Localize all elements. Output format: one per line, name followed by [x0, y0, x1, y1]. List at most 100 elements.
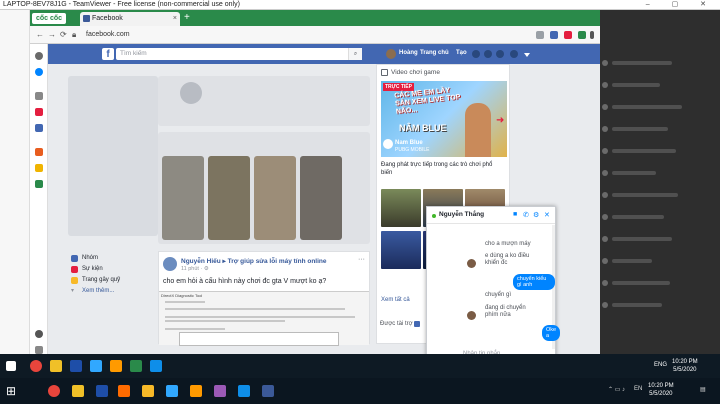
avatar[interactable]: [386, 49, 396, 59]
folder-icon[interactable]: [50, 360, 62, 372]
forward-arrow-icon[interactable]: →: [48, 30, 56, 39]
new-tab-button[interactable]: +: [184, 12, 190, 24]
download-icon[interactable]: [536, 31, 544, 39]
premiere-icon[interactable]: [214, 385, 226, 397]
video-call-icon[interactable]: ■: [513, 211, 517, 218]
youtube-icon[interactable]: [35, 108, 43, 116]
help-icon[interactable]: [510, 50, 518, 58]
chrome-icon[interactable]: [30, 360, 42, 372]
nav-item-fundraisers[interactable]: Trang gây quỹ: [70, 275, 160, 286]
illustrator-icon[interactable]: [110, 360, 122, 372]
phone-icon[interactable]: ✆: [523, 211, 529, 219]
app-icon[interactable]: [70, 360, 82, 372]
post-image[interactable]: DirectX Diagnostic Tool: [159, 291, 369, 346]
extension-icon[interactable]: [578, 31, 586, 39]
coccoc-icon[interactable]: [35, 180, 43, 188]
notification-icon[interactable]: [35, 330, 43, 338]
notifications-icon[interactable]: [496, 50, 504, 58]
game-icon[interactable]: [35, 164, 43, 172]
messenger-icon[interactable]: [35, 68, 43, 76]
extension-icon[interactable]: [550, 31, 558, 39]
chat-header[interactable]: Nguyễn Thắng ■ ✆ ⚙ ✕: [427, 207, 555, 224]
browser-side-strip: [30, 44, 48, 354]
extension-icon[interactable]: [564, 31, 572, 39]
clock[interactable]: 10:20 PM 5/5/2020: [648, 382, 674, 398]
messenger-icon[interactable]: [484, 50, 492, 58]
illustrator-icon[interactable]: [190, 385, 202, 397]
online-status-icon: [432, 214, 436, 218]
tab-close-icon[interactable]: ×: [173, 12, 177, 26]
blurred-left-menu: [68, 76, 158, 236]
teamviewer-icon[interactable]: [238, 385, 250, 397]
app-icon[interactable]: [142, 385, 154, 397]
profile-link[interactable]: Hoàng: [399, 50, 418, 56]
chrome-icon[interactable]: [48, 385, 60, 397]
close-icon[interactable]: ✕: [544, 211, 550, 219]
messenger-chat-window: Nguyễn Thắng ■ ✆ ⚙ ✕ cho a mượn máy e dù…: [426, 206, 561, 368]
avatar: [467, 311, 476, 320]
settings-icon[interactable]: [35, 346, 43, 354]
gear-icon[interactable]: ⚙: [533, 211, 539, 219]
facebook-logo[interactable]: f: [102, 48, 114, 60]
system-tray[interactable]: ⌃ ▭ ♪: [608, 386, 625, 393]
back-arrow-icon[interactable]: ←: [36, 30, 44, 39]
notification-icon[interactable]: ▤: [700, 386, 706, 393]
nav-item-events[interactable]: Sự kiện: [70, 264, 160, 275]
nav-item-see-more[interactable]: ▾ Xem thêm...: [70, 286, 160, 297]
channel-name: Nam Blue: [395, 140, 423, 146]
app-icon[interactable]: [35, 148, 43, 156]
photoshop-icon[interactable]: [90, 360, 102, 372]
create-link[interactable]: Tạo: [456, 50, 467, 56]
app-icon[interactable]: [262, 385, 274, 397]
lock-icon: 🔒︎: [72, 30, 77, 39]
screenshot-line: [165, 301, 205, 303]
menu-icon[interactable]: [590, 31, 594, 39]
windows-start-icon[interactable]: [6, 361, 16, 371]
blurred-text: [612, 281, 670, 285]
search-input[interactable]: Tìm kiếm: [116, 48, 362, 60]
tab-facebook[interactable]: Facebook ×: [80, 12, 180, 26]
post-time[interactable]: 11 phút · ⚙: [181, 266, 209, 272]
photoshop-icon[interactable]: [166, 385, 178, 397]
live-video-thumbnail[interactable]: TRỰC TIẾP CÁC MẸ EM LẦY SẴN XEM LIVE TOP…: [381, 81, 507, 157]
friends-icon[interactable]: [472, 50, 480, 58]
facebook-icon[interactable]: [35, 124, 43, 132]
remote-clock[interactable]: 10:20 PM 5/5/2020: [672, 358, 698, 374]
folder-icon[interactable]: [72, 385, 84, 397]
post-author[interactable]: Nguyễn Hiếu ▸ Trợ giúp sửa lỗi máy tính …: [181, 257, 327, 265]
chat-message-out: chuyển kiểu gì anh: [513, 274, 555, 290]
chevron-down-icon[interactable]: [524, 53, 530, 57]
reload-icon[interactable]: ⟳: [60, 30, 67, 39]
clock-time: 10:20 PM: [672, 359, 698, 365]
game-thumbnail[interactable]: [381, 231, 421, 269]
home-link[interactable]: Trang chủ: [420, 50, 449, 56]
channel-game: PUBG MOBILE: [395, 147, 430, 153]
avatar: [467, 259, 476, 268]
blurred-story: [300, 156, 342, 240]
language-indicator[interactable]: ENG: [654, 362, 667, 368]
add-icon[interactable]: [35, 92, 43, 100]
search-icon[interactable]: ⌕: [348, 48, 362, 60]
post-more-button[interactable]: ···: [358, 256, 365, 263]
blurred-text: [612, 215, 664, 219]
coccoc-icon[interactable]: [130, 360, 142, 372]
screenshot-line: [165, 316, 355, 318]
avatar[interactable]: [163, 257, 177, 271]
language-indicator[interactable]: EN: [634, 386, 642, 392]
see-all-link[interactable]: Xem tất cả: [381, 297, 410, 303]
tab-bar: cốc cốc Facebook × +: [30, 10, 600, 26]
teamviewer-icon[interactable]: [150, 360, 162, 372]
url-field[interactable]: facebook.com: [86, 28, 130, 42]
game-thumbnail[interactable]: [381, 189, 421, 227]
fundraiser-icon: [71, 277, 78, 284]
channel-avatar: [383, 139, 393, 149]
browser-brand-button[interactable]: cốc cốc: [32, 13, 67, 24]
windows-start-icon[interactable]: ⊞: [6, 384, 16, 398]
chat-contact-name[interactable]: Nguyễn Thắng: [439, 211, 484, 218]
clock-time: 10:20 PM: [648, 383, 674, 389]
media-icon[interactable]: [118, 385, 130, 397]
app-icon[interactable]: [96, 385, 108, 397]
window-controls[interactable]: – ▢ ✕: [646, 0, 716, 10]
nav-item-groups[interactable]: Nhóm: [70, 253, 160, 264]
history-icon[interactable]: [35, 52, 43, 60]
